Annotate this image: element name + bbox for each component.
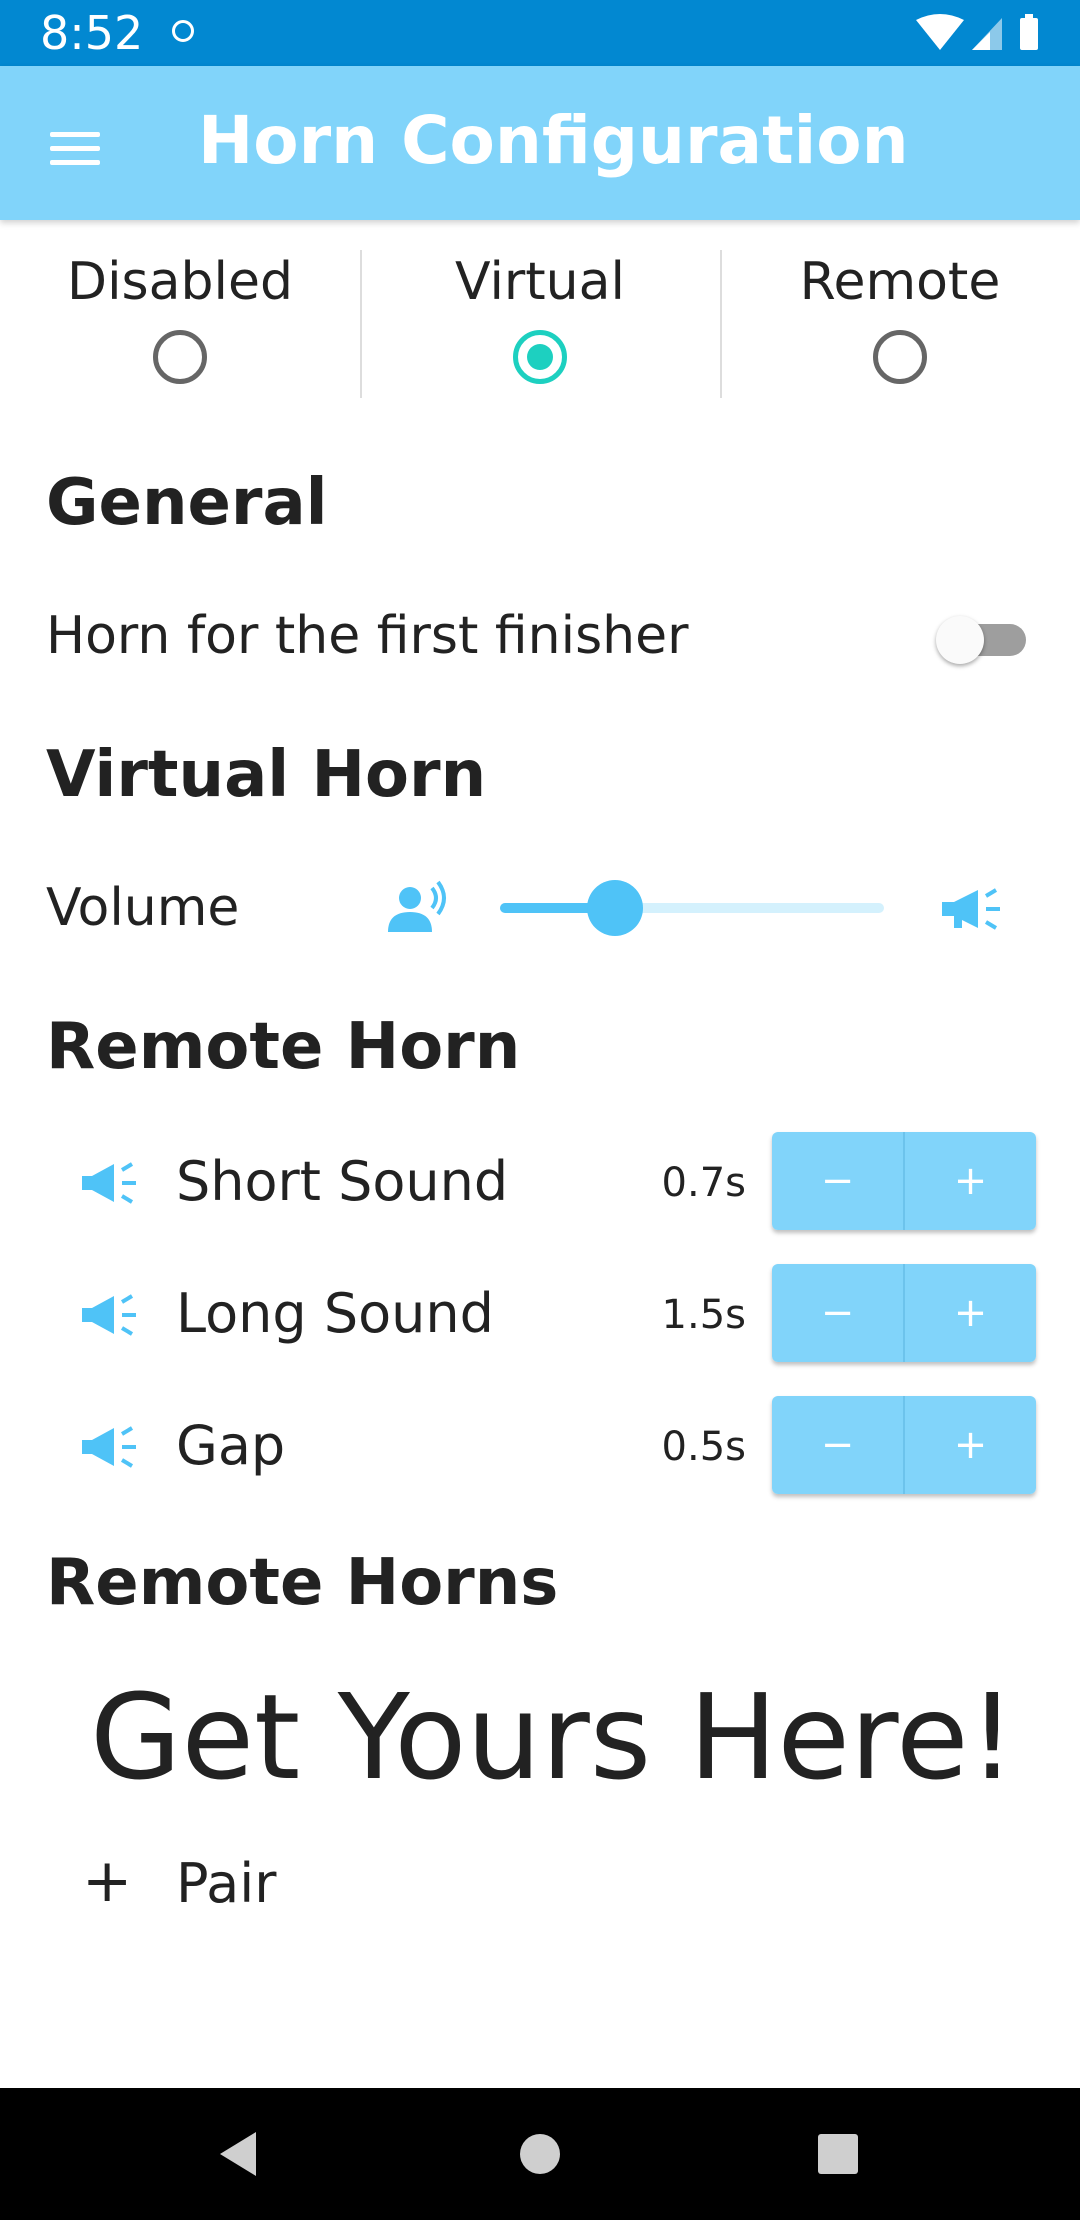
- section-title-general: General: [46, 466, 328, 540]
- mode-option-virtual[interactable]: Virtual: [360, 220, 720, 410]
- radio-remote[interactable]: [873, 330, 927, 384]
- horn-icon: [82, 1426, 136, 1468]
- horn-icon: [82, 1294, 136, 1336]
- first-finisher-toggle[interactable]: [936, 614, 1030, 664]
- first-finisher-label: Horn for the first finisher: [46, 606, 689, 666]
- horn-setting-label: Short Sound: [176, 1150, 509, 1213]
- horn-setting-label: Gap: [176, 1414, 286, 1477]
- plus-icon: +: [82, 1846, 133, 1916]
- menu-icon[interactable]: [40, 118, 116, 178]
- mode-option-disabled[interactable]: Disabled: [0, 220, 360, 410]
- radio-disabled[interactable]: [153, 330, 207, 384]
- mode-option-remote[interactable]: Remote: [720, 220, 1080, 410]
- section-title-virtual-horn: Virtual Horn: [46, 738, 487, 812]
- volume-high-icon: [942, 888, 1000, 930]
- section-title-remote-horn: Remote Horn: [46, 1010, 521, 1084]
- horn-setting-value: 0.7s: [661, 1160, 746, 1206]
- horn-icon: [82, 1162, 136, 1204]
- radio-virtual[interactable]: [513, 330, 567, 384]
- wifi-icon: [916, 14, 964, 50]
- long-sound-stepper: − +: [772, 1264, 1036, 1362]
- section-title-remote-horns: Remote Horns: [46, 1546, 559, 1620]
- status-time: 8:52: [40, 6, 144, 60]
- slider-thumb[interactable]: [587, 880, 644, 936]
- mode-selector: Disabled Virtual Remote: [0, 220, 1080, 410]
- mode-label: Disabled: [67, 252, 293, 312]
- gap-stepper: − +: [772, 1396, 1036, 1494]
- short-sound-stepper: − +: [772, 1132, 1036, 1230]
- status-icons: [916, 14, 1038, 50]
- horn-setting-label: Long Sound: [176, 1282, 494, 1345]
- horn-setting-gap: Gap 0.5s − +: [0, 1396, 1080, 1496]
- increment-button[interactable]: +: [903, 1132, 1036, 1230]
- horn-setting-short-sound: Short Sound 0.7s − +: [0, 1132, 1080, 1232]
- horn-setting-value: 0.5s: [661, 1424, 746, 1470]
- back-icon[interactable]: [204, 2118, 276, 2190]
- decrement-button[interactable]: −: [772, 1132, 903, 1230]
- app-bar: Horn Configuration: [0, 66, 1080, 220]
- get-yours-link[interactable]: Get Yours Here!: [90, 1668, 1016, 1806]
- volume-label: Volume: [46, 878, 240, 938]
- horn-setting-value: 1.5s: [661, 1292, 746, 1338]
- home-icon[interactable]: [504, 2118, 576, 2190]
- toggle-thumb: [936, 616, 984, 664]
- horn-setting-long-sound: Long Sound 1.5s − +: [0, 1264, 1080, 1364]
- navigation-bar: [0, 2088, 1080, 2220]
- notification-icon: [172, 20, 194, 42]
- recents-icon[interactable]: [802, 2118, 874, 2190]
- decrement-button[interactable]: −: [772, 1396, 903, 1494]
- increment-button[interactable]: +: [903, 1396, 1036, 1494]
- increment-button[interactable]: +: [903, 1264, 1036, 1362]
- page-title: Horn Configuration: [198, 102, 909, 179]
- mode-label: Virtual: [455, 252, 625, 312]
- decrement-button[interactable]: −: [772, 1264, 903, 1362]
- pair-label: Pair: [176, 1852, 277, 1915]
- volume-low-icon: [388, 880, 446, 932]
- volume-slider[interactable]: [500, 880, 884, 936]
- battery-icon: [1020, 18, 1038, 50]
- status-bar: 8:52: [0, 0, 1080, 66]
- mode-label: Remote: [799, 252, 1001, 312]
